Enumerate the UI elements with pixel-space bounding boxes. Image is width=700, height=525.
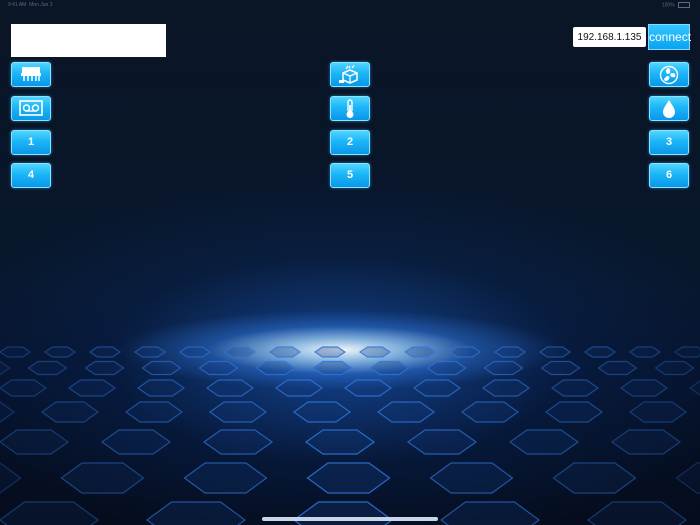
status-bar: 9:41 AM Mon Jun 3 100% — [0, 0, 700, 10]
package-button[interactable] — [330, 62, 370, 87]
temperature-button[interactable] — [330, 96, 370, 121]
channel-2-button[interactable]: 2 — [330, 130, 370, 155]
home-indicator[interactable] — [262, 517, 438, 521]
channel-4-button[interactable]: 4 — [11, 163, 51, 188]
fan-button[interactable] — [649, 62, 689, 87]
battery-percent: 100% — [661, 2, 675, 9]
fan-icon — [659, 65, 679, 85]
water-drop-icon — [663, 100, 675, 118]
app-screen: 9:41 AM Mon Jun 3 100% connect 1 4 — [0, 0, 700, 525]
printer-icon — [21, 67, 41, 81]
background-hex-floor — [0, 346, 700, 525]
status-time: 9:41 AM Mon Jun 3 — [8, 2, 53, 8]
channel-5-button[interactable]: 5 — [330, 163, 370, 188]
connect-button[interactable]: connect — [648, 24, 691, 50]
printer-button[interactable] — [11, 62, 51, 87]
package-box-icon — [339, 65, 358, 84]
ip-address-input[interactable] — [573, 27, 646, 47]
status-battery-group: 100% — [662, 2, 690, 8]
channel-1-button[interactable]: 1 — [11, 130, 51, 155]
cassette-button[interactable] — [11, 96, 51, 121]
channel-3-button[interactable]: 3 — [649, 130, 689, 155]
battery-icon — [678, 2, 690, 8]
thermometer-icon — [346, 99, 354, 118]
cassette-icon — [19, 100, 43, 116]
humidity-button[interactable] — [649, 96, 689, 121]
channel-6-button[interactable]: 6 — [649, 163, 689, 188]
device-name-field[interactable] — [11, 24, 166, 57]
